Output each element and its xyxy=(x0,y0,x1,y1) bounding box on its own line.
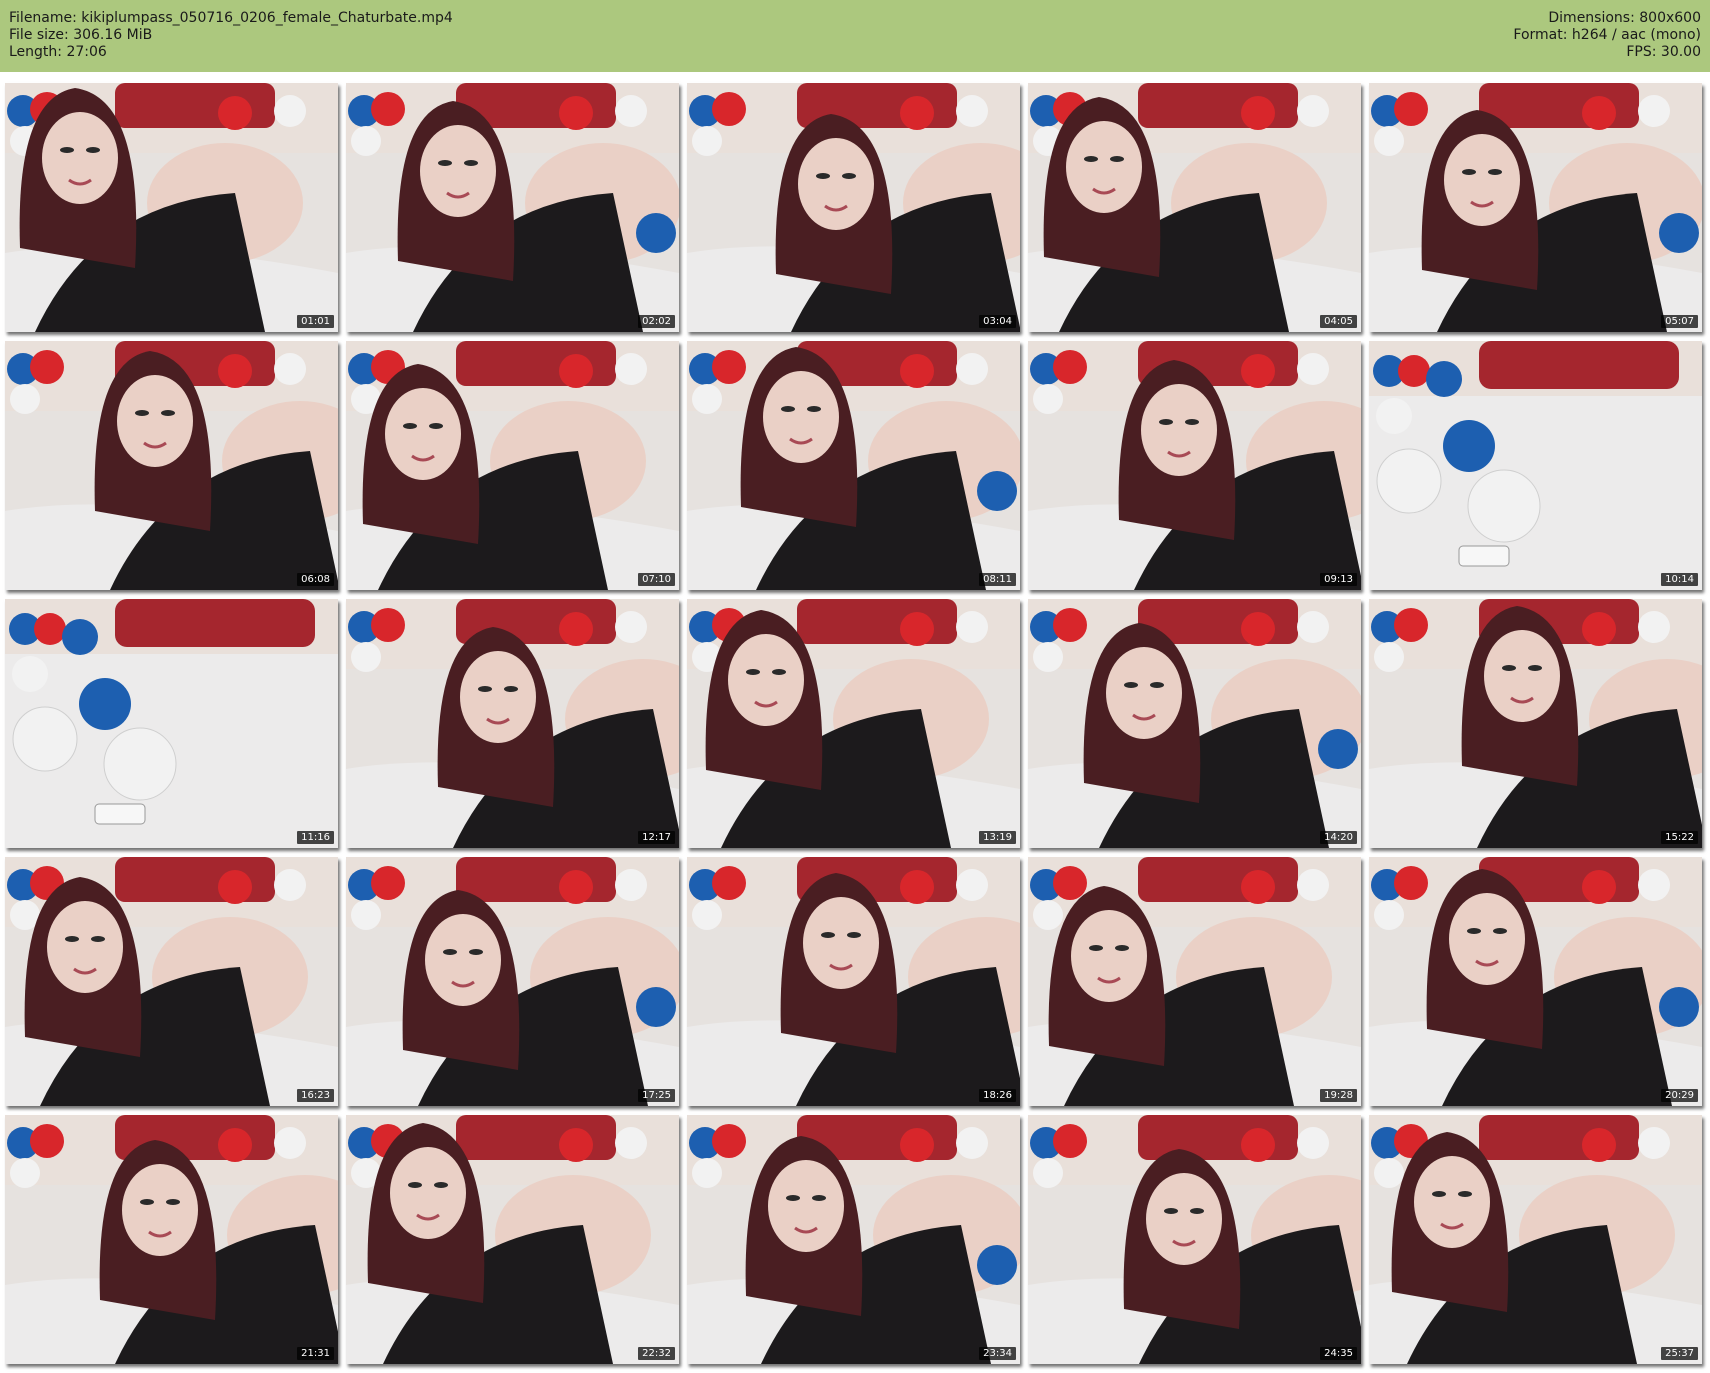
video-thumbnail[interactable]: 20:29 xyxy=(1369,857,1702,1106)
thumbnail-frame-image xyxy=(5,857,338,1106)
video-thumbnail[interactable]: 02:02 xyxy=(346,83,679,332)
video-thumbnail[interactable]: 09:13 xyxy=(1028,341,1361,590)
video-thumbnail[interactable]: 21:31 xyxy=(5,1115,338,1364)
thumbnail-frame-image xyxy=(687,857,1020,1106)
timestamp-badge: 16:23 xyxy=(297,1089,334,1102)
timestamp-badge: 25:37 xyxy=(1661,1347,1698,1360)
timestamp-badge: 05:07 xyxy=(1661,315,1698,328)
video-thumbnail[interactable]: 08:11 xyxy=(687,341,1020,590)
timestamp-badge: 18:26 xyxy=(979,1089,1016,1102)
thumbnail-frame-image xyxy=(346,83,679,332)
thumbnail-frame-image xyxy=(1028,341,1361,590)
timestamp-badge: 14:20 xyxy=(1320,831,1357,844)
timestamp-badge: 06:08 xyxy=(297,573,334,586)
timestamp-badge: 03:04 xyxy=(979,315,1016,328)
timestamp-badge: 21:31 xyxy=(297,1347,334,1360)
timestamp-badge: 09:13 xyxy=(1320,573,1357,586)
timestamp-badge: 13:19 xyxy=(979,831,1016,844)
timestamp-badge: 07:10 xyxy=(638,573,675,586)
thumbnail-frame-image xyxy=(5,1115,338,1364)
video-thumbnail[interactable]: 07:10 xyxy=(346,341,679,590)
video-thumbnail[interactable]: 12:17 xyxy=(346,599,679,848)
timestamp-badge: 24:35 xyxy=(1320,1347,1357,1360)
thumbnail-frame-image xyxy=(1028,1115,1361,1364)
video-thumbnail[interactable]: 23:34 xyxy=(687,1115,1020,1364)
video-thumbnail[interactable]: 19:28 xyxy=(1028,857,1361,1106)
thumbnail-frame-image xyxy=(1369,341,1702,590)
video-thumbnail[interactable]: 03:04 xyxy=(687,83,1020,332)
thumbnail-frame-image xyxy=(1028,599,1361,848)
thumbnail-frame-image xyxy=(1028,83,1361,332)
timestamp-badge: 23:34 xyxy=(979,1347,1016,1360)
video-thumbnail[interactable]: 17:25 xyxy=(346,857,679,1106)
video-thumbnail[interactable]: 15:22 xyxy=(1369,599,1702,848)
video-thumbnail[interactable]: 04:05 xyxy=(1028,83,1361,332)
thumbnail-frame-image xyxy=(5,341,338,590)
timestamp-badge: 19:28 xyxy=(1320,1089,1357,1102)
thumbnail-frame-image xyxy=(346,599,679,848)
video-thumbnail[interactable]: 25:37 xyxy=(1369,1115,1702,1364)
thumbnail-frame-image xyxy=(1369,599,1702,848)
thumbnail-frame-image xyxy=(346,341,679,590)
timestamp-badge: 15:22 xyxy=(1661,831,1698,844)
timestamp-badge: 17:25 xyxy=(638,1089,675,1102)
timestamp-badge: 08:11 xyxy=(979,573,1016,586)
timestamp-badge: 04:05 xyxy=(1320,315,1357,328)
thumbnail-frame-image xyxy=(1028,857,1361,1106)
thumbnail-frame-image xyxy=(5,83,338,332)
video-thumbnail[interactable]: 05:07 xyxy=(1369,83,1702,332)
video-thumbnail[interactable]: 18:26 xyxy=(687,857,1020,1106)
video-thumbnail[interactable]: 10:14 xyxy=(1369,341,1702,590)
thumbnail-frame-image xyxy=(1369,1115,1702,1364)
video-thumbnail[interactable]: 06:08 xyxy=(5,341,338,590)
video-thumbnail[interactable]: 11:16 xyxy=(5,599,338,848)
thumbnail-frame-image xyxy=(346,857,679,1106)
timestamp-badge: 01:01 xyxy=(297,315,334,328)
timestamp-badge: 02:02 xyxy=(638,315,675,328)
thumbnail-frame-image xyxy=(346,1115,679,1364)
thumbnail-frame-image xyxy=(687,1115,1020,1364)
thumbnail-frame-image xyxy=(687,341,1020,590)
video-thumbnail[interactable]: 13:19 xyxy=(687,599,1020,848)
timestamp-badge: 10:14 xyxy=(1661,573,1698,586)
thumbnail-frame-image xyxy=(687,83,1020,332)
thumbnail-frame-image xyxy=(687,599,1020,848)
thumbnail-frame-image xyxy=(1369,83,1702,332)
video-thumbnail[interactable]: 01:01 xyxy=(5,83,338,332)
timestamp-badge: 22:32 xyxy=(638,1347,675,1360)
video-thumbnail[interactable]: 24:35 xyxy=(1028,1115,1361,1364)
timestamp-badge: 12:17 xyxy=(638,831,675,844)
timestamp-badge: 11:16 xyxy=(297,831,334,844)
timestamp-badge: 20:29 xyxy=(1661,1089,1698,1102)
thumbnail-frame-image xyxy=(5,599,338,848)
video-thumbnail[interactable]: 14:20 xyxy=(1028,599,1361,848)
thumbnail-grid: 01:01 02:02 03:04 04:05 05:07 06:08 07:10 08:11… xyxy=(0,0,1710,1373)
thumbnail-frame-image xyxy=(1369,857,1702,1106)
video-thumbnail[interactable]: 22:32 xyxy=(346,1115,679,1364)
video-thumbnail[interactable]: 16:23 xyxy=(5,857,338,1106)
